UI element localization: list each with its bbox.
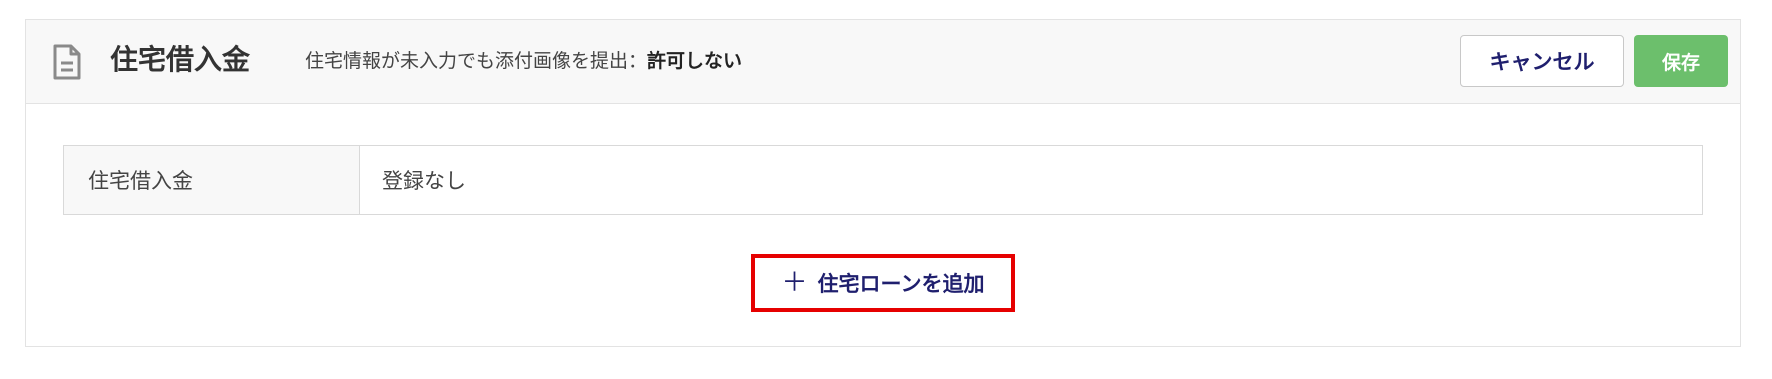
attachment-permission-note: 住宅情報が未入力でも添付画像を提出：許可しない <box>305 49 742 73</box>
attachment-permission-value: 許可しない <box>647 50 743 72</box>
plus-icon: ＋ <box>781 268 808 298</box>
housing-loan-table: 住宅借入金 登録なし <box>63 145 1703 215</box>
housing-loan-panel: 住宅借入金 住宅情報が未入力でも添付画像を提出：許可しない キャンセル 保存 住… <box>25 19 1741 347</box>
table-row-label: 住宅借入金 <box>64 146 360 214</box>
attachment-permission-label: 住宅情報が未入力でも添付画像を提出： <box>305 50 648 72</box>
document-icon <box>52 44 82 80</box>
add-housing-loan-label: 住宅ローンを追加 <box>817 272 985 296</box>
cancel-button[interactable]: キャンセル <box>1460 35 1624 87</box>
add-housing-loan-button[interactable]: ＋ 住宅ローンを追加 <box>751 254 1015 312</box>
table-row-value: 登録なし <box>382 169 466 193</box>
panel-title: 住宅借入金 <box>110 43 251 76</box>
save-button[interactable]: 保存 <box>1634 35 1728 87</box>
panel-header: 住宅借入金 住宅情報が未入力でも添付画像を提出：許可しない キャンセル 保存 <box>26 20 1740 104</box>
